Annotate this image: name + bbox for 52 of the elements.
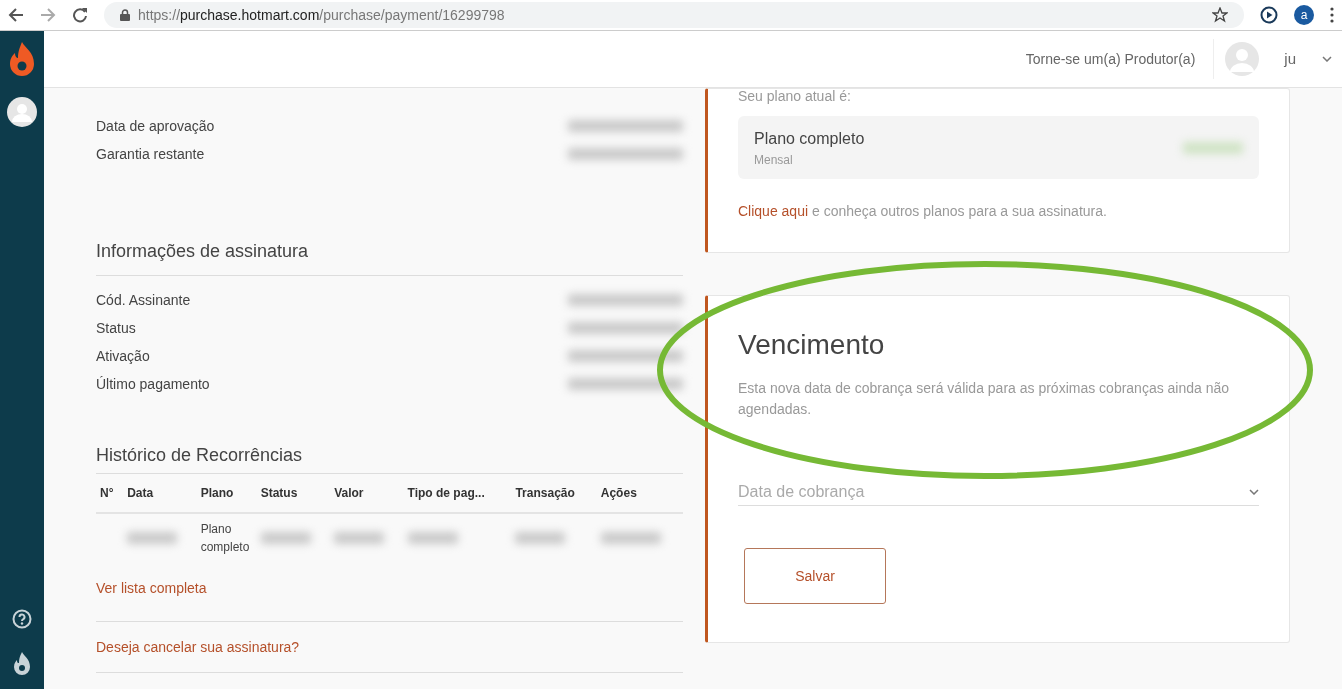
redacted-value <box>600 532 661 544</box>
lock-icon <box>120 9 130 21</box>
url-text: https://purchase.hotmart.com/purchase/payment/16299798 <box>138 5 505 25</box>
reload-icon[interactable] <box>72 7 88 23</box>
help-icon[interactable] <box>12 609 32 629</box>
back-icon[interactable] <box>8 7 24 23</box>
info-label: Status <box>96 319 136 338</box>
redacted-value <box>127 532 178 544</box>
card-description: Esta nova data de cobrança será válida para as próximas cobranças ainda não agendadas. <box>738 379 1231 419</box>
flame-icon[interactable] <box>13 651 31 677</box>
column-header: Plano <box>196 473 257 513</box>
plan-name: Plano completo <box>754 128 865 149</box>
chevron-down-icon[interactable] <box>1322 56 1332 62</box>
section-title: Histórico de Recorrências <box>96 444 304 467</box>
producer-link[interactable]: Torne-se um(a) Produtor(a) <box>1025 48 1196 70</box>
plan-period: Mensal <box>754 151 794 169</box>
column-header: Tipo de pag... <box>403 473 512 513</box>
card-intro: Seu plano atual é: <box>738 89 852 103</box>
redacted-value <box>260 532 311 544</box>
info-label: Ativação <box>96 347 150 366</box>
column-header: N° <box>96 473 124 513</box>
redacted-value <box>334 532 385 544</box>
redacted-value <box>407 532 458 544</box>
see-all-link[interactable]: Ver lista completa <box>96 578 207 599</box>
play-icon[interactable] <box>1260 6 1278 24</box>
info-label: Último pagamento <box>96 375 210 394</box>
address-bar[interactable]: https://purchase.hotmart.com/purchase/payment/16299798 <box>104 2 1244 28</box>
star-icon[interactable] <box>1212 7 1228 23</box>
column-header: Status <box>256 473 331 513</box>
plan-change-text: Clique aqui e conheça outros planos para a sua assinatura. <box>738 202 1108 221</box>
cancel-subscription-link[interactable]: Deseja cancelar sua assinatura? <box>96 637 300 658</box>
more-icon[interactable] <box>1330 7 1334 23</box>
column-header: Ações <box>596 473 683 513</box>
change-plan-link[interactable]: Clique aqui <box>738 203 809 219</box>
info-label: Cód. Assinante <box>96 291 191 310</box>
card-title: Vencimento <box>738 328 886 362</box>
column-header: Valor <box>330 473 404 513</box>
chevron-down-icon <box>1249 488 1259 495</box>
redacted-value <box>515 532 566 544</box>
save-button[interactable]: Salvar <box>744 548 886 604</box>
user-avatar-icon <box>1224 41 1261 77</box>
section-title: Informações de assinatura <box>96 238 683 276</box>
table-cell: Plano completo <box>196 513 257 562</box>
user-avatar-icon[interactable] <box>7 97 37 127</box>
user-name[interactable]: ju <box>1284 47 1296 71</box>
info-label: Data de aprovação <box>96 117 215 136</box>
column-header: Transação <box>511 473 597 513</box>
info-label: Garantia restante <box>96 145 205 164</box>
profile-avatar[interactable]: a <box>1294 5 1314 25</box>
redacted-price <box>1183 141 1243 154</box>
column-header: Data <box>123 473 197 513</box>
flame-logo-icon[interactable] <box>8 41 36 79</box>
